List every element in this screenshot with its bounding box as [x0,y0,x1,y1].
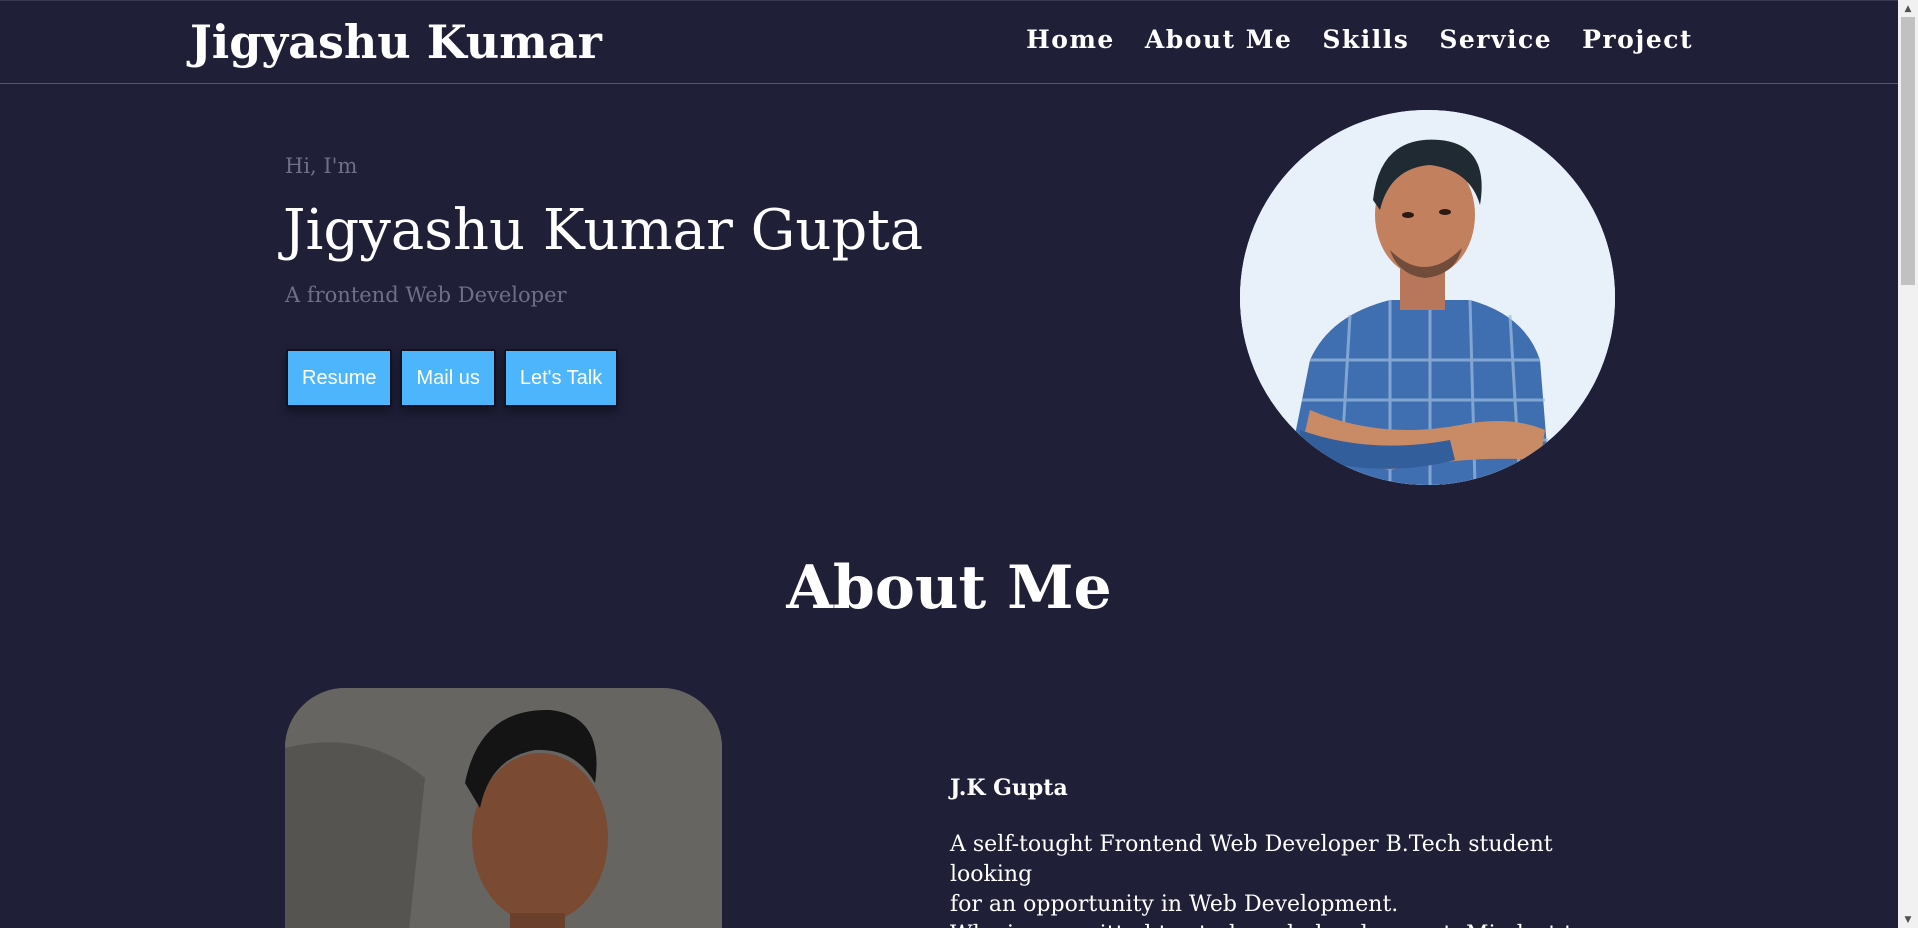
nav-link-project[interactable]: Project [1582,25,1693,54]
scroll-down-arrow-icon[interactable]: ▼ [1898,911,1918,928]
nav-link-skills[interactable]: Skills [1322,25,1409,54]
scrollbar-thumb[interactable] [1901,17,1915,285]
navbar: Jigyashu Kumar Home About Me Skills Serv… [0,0,1898,84]
about-name: J.K Gupta [950,775,1068,801]
lets-talk-button[interactable]: Let's Talk [503,349,619,407]
scroll-up-arrow-icon[interactable]: ▲ [1898,0,1918,17]
nav-link-about-me[interactable]: About Me [1145,25,1293,54]
hero-greeting: Hi, I'm [285,154,358,178]
hero-name: Jigyashu Kumar Gupta [283,198,924,263]
about-text-line: for an opportunity in Web Development. [950,892,1399,917]
mail-us-button[interactable]: Mail us [400,349,496,407]
about-photo [285,688,722,928]
about-text: A self-tought Frontend Web Developer B.T… [950,830,1640,928]
hero-buttons: Resume Mail us Let's Talk [286,349,619,407]
hero-role: A frontend Web Developer [285,283,567,307]
page: Jigyashu Kumar Home About Me Skills Serv… [0,0,1898,928]
profile-photo [1240,110,1615,485]
about-heading: About Me [786,553,1112,623]
nav-links: Home About Me Skills Service Project [1026,25,1693,54]
vertical-scrollbar[interactable]: ▲ ▼ [1898,0,1918,928]
resume-button[interactable]: Resume [286,349,393,407]
about-text-line: A self-tought Frontend Web Developer B.T… [950,832,1553,887]
nav-link-service[interactable]: Service [1439,25,1552,54]
about-photo-illustration [285,688,722,928]
about-text-line: Who is committed to study web developmen… [950,920,1640,928]
brand-logo[interactable]: Jigyashu Kumar [190,15,602,69]
nav-link-home[interactable]: Home [1026,25,1115,54]
profile-photo-illustration [1240,110,1615,485]
